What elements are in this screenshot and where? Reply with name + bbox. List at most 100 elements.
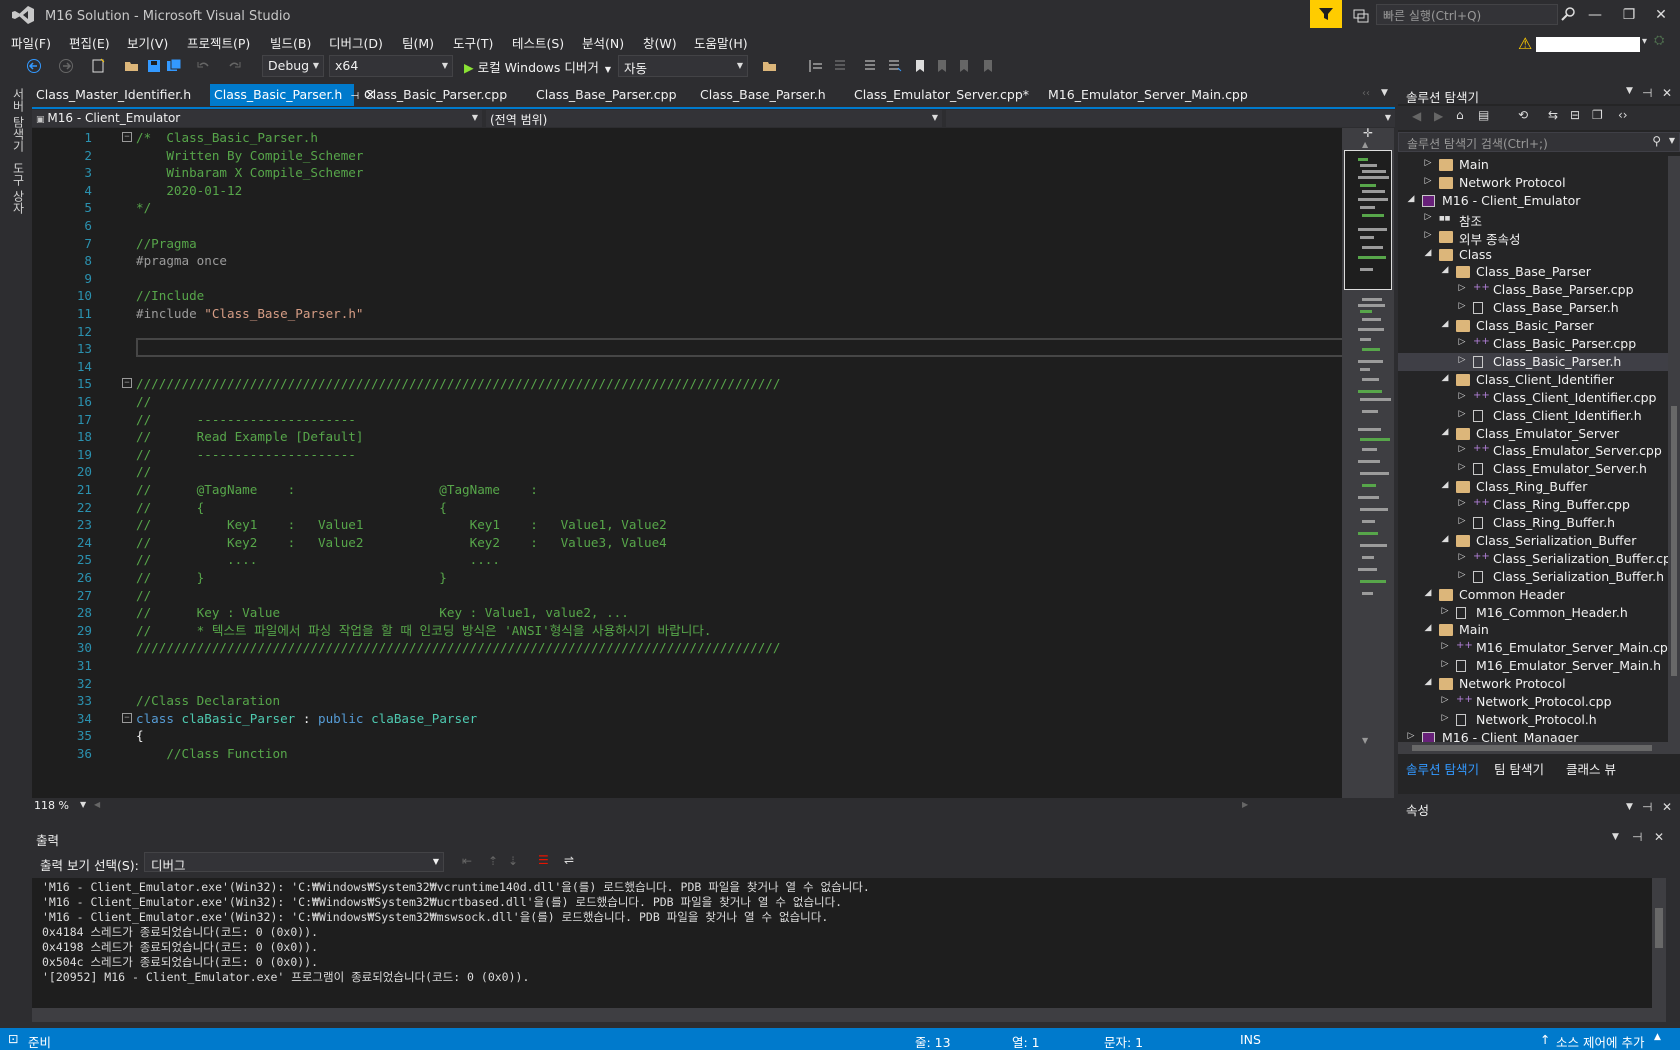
code-line[interactable]: 19 // --------------------- <box>32 445 1342 464</box>
code-line[interactable]: 1 −/* Class_Basic_Parser.h <box>32 128 1342 147</box>
expanded-arrow-icon[interactable]: ◢ <box>1406 194 1416 204</box>
project-select[interactable]: ▣ M16 - Client_Emulator ▼ <box>32 110 482 127</box>
tree-item[interactable]: ▷ Main <box>1398 156 1668 174</box>
tree-item[interactable]: ▷ ++ Network_Protocol.cpp <box>1398 693 1668 711</box>
scroll-left-icon[interactable]: ◀ <box>94 800 100 809</box>
tab-class-master-identifier-h[interactable]: Class_Master_Identifier.h <box>32 84 195 106</box>
code-line[interactable]: 35 { <box>32 726 1342 745</box>
code-line[interactable]: 20 // <box>32 462 1342 481</box>
feedback-icon[interactable] <box>1352 6 1370 24</box>
search-icon[interactable]: ⚲ <box>1652 134 1661 148</box>
menu-test[interactable]: 테스트(S) <box>512 33 564 52</box>
chevron-down-icon[interactable]: ▼ <box>1626 86 1633 96</box>
scope-select[interactable]: (전역 범위) ▼ <box>486 110 942 127</box>
tree-item[interactable]: ◢ Class <box>1398 246 1668 264</box>
collapsed-arrow-icon[interactable]: ▷ <box>1457 498 1467 508</box>
code-line[interactable]: 28 // Key : Value Key : Value1, value2, .… <box>32 603 1342 622</box>
forward-icon[interactable]: ▶ <box>1434 109 1443 123</box>
open-file-icon[interactable] <box>124 58 140 74</box>
menu-file[interactable]: 파일(F) <box>11 33 51 52</box>
properties-icon[interactable]: ‹› <box>1618 108 1628 122</box>
collapsed-arrow-icon[interactable]: ▷ <box>1457 391 1467 401</box>
expanded-arrow-icon[interactable]: ◢ <box>1423 677 1433 687</box>
menu-window[interactable]: 창(W) <box>643 33 677 52</box>
tab-dropdown-icon[interactable]: ▼ <box>1381 88 1388 98</box>
menu-team[interactable]: 팀(M) <box>402 33 434 52</box>
collapsed-arrow-icon[interactable]: ▷ <box>1457 570 1467 580</box>
collapse-icon[interactable]: − <box>122 378 132 389</box>
code-line[interactable]: 29 // * 텍스트 파일에서 파싱 작업을 할 때 인코딩 방식은 'ANSI… <box>32 621 1342 640</box>
back-icon[interactable]: ◀ <box>1412 109 1421 123</box>
collapsed-arrow-icon[interactable]: ▷ <box>1423 230 1433 240</box>
new-project-icon[interactable] <box>90 58 106 74</box>
tree-item[interactable]: ▷ M16 - Client_Manager <box>1398 729 1668 742</box>
sync-icon[interactable]: ⇆ <box>1548 108 1558 122</box>
output-horizontal-scrollbar[interactable] <box>32 1008 1666 1022</box>
code-line[interactable]: 12 <box>32 322 1342 341</box>
tree-item[interactable]: ▷ ++ Class_Serialization_Buffer.cp <box>1398 550 1668 568</box>
tab-class-basic-parser-h[interactable]: Class_Basic_Parser.h ⊣ ✕ <box>210 84 376 106</box>
code-line[interactable]: 31 <box>32 656 1342 675</box>
code-line[interactable]: 30 //////////////////////////////////////… <box>32 638 1342 657</box>
find-in-files-icon[interactable] <box>762 58 778 74</box>
zoom-level[interactable]: 118 % <box>34 799 69 812</box>
live-share-icon[interactable]: ⛭ <box>1654 33 1664 48</box>
scroll-down-icon[interactable]: ▼ <box>1362 736 1368 745</box>
tree-item[interactable]: ▷ Class_Basic_Parser.h <box>1398 352 1668 371</box>
tab-class-view[interactable]: 클래스 뷰 <box>1566 759 1616 778</box>
server-explorer-tab[interactable]: 서버 탐색기 <box>10 88 27 152</box>
code-line[interactable]: 26 // } } <box>32 568 1342 587</box>
tree-item[interactable]: ▷ Class_Ring_Buffer.h <box>1398 514 1668 532</box>
chevron-down-icon[interactable]: ▼ <box>80 800 86 809</box>
code-line[interactable]: 2 Written By Compile_Schemer <box>32 146 1342 165</box>
chevron-up-icon[interactable]: ▲ <box>1654 1032 1661 1042</box>
member-select[interactable]: ▼ <box>946 110 1395 127</box>
tree-vertical-scrollbar[interactable] <box>1668 156 1680 742</box>
tree-item[interactable]: ▷ Network Protocol <box>1398 174 1668 192</box>
collapsed-arrow-icon[interactable]: ▷ <box>1457 444 1467 454</box>
forward-icon[interactable] <box>58 58 74 74</box>
code-line[interactable]: 8 #pragma once <box>32 251 1342 270</box>
tree-item[interactable]: ▷ ++ M16_Emulator_Server_Main.cpp <box>1398 639 1668 657</box>
tree-item[interactable]: ◢ Main <box>1398 621 1668 639</box>
collapsed-arrow-icon[interactable]: ▷ <box>1457 552 1467 562</box>
tab-solution-explorer[interactable]: 솔루션 탐색기 <box>1406 759 1479 778</box>
tree-item[interactable]: ▷ ++ Class_Basic_Parser.cpp <box>1398 335 1668 353</box>
tree-item[interactable]: ▷ Class_Client_Identifier.h <box>1398 407 1668 425</box>
clear-all-icon[interactable]: ☰ <box>538 853 549 867</box>
tab-class-base-parser-h[interactable]: Class_Base_Parser.h <box>696 84 830 106</box>
code-line[interactable]: 36 //Class Function <box>32 744 1342 763</box>
collapsed-arrow-icon[interactable]: ▷ <box>1457 355 1467 365</box>
tree-item[interactable]: ▷ ++ Class_Base_Parser.cpp <box>1398 281 1668 299</box>
code-line[interactable]: 13 <box>32 339 1342 358</box>
close-icon[interactable]: ✕ <box>1662 86 1672 100</box>
expanded-arrow-icon[interactable]: ◢ <box>1423 588 1433 598</box>
bookmark-icon[interactable] <box>912 58 928 74</box>
tree-item[interactable]: ◢ Class_Client_Identifier <box>1398 371 1668 389</box>
configuration-select[interactable]: Debug ▼ <box>262 55 324 77</box>
collapsed-arrow-icon[interactable]: ▷ <box>1423 158 1433 168</box>
search-icon[interactable] <box>1560 6 1576 22</box>
pin-icon[interactable]: ⊣ <box>350 91 359 102</box>
comment-icon[interactable] <box>862 58 878 74</box>
show-all-files-icon[interactable]: ❐ <box>1592 108 1603 122</box>
expanded-arrow-icon[interactable]: ◢ <box>1440 480 1450 490</box>
tree-item[interactable]: ▷ ++ Class_Ring_Buffer.cpp <box>1398 496 1668 514</box>
code-line[interactable]: 6 <box>32 216 1342 235</box>
code-line[interactable]: 17 // --------------------- <box>32 410 1342 429</box>
code-editor[interactable]: 1−/* Class_Basic_Parser.h 2 Written By Co… <box>32 128 1342 798</box>
code-line[interactable]: 32 <box>32 674 1342 693</box>
pin-icon[interactable]: ⊣ <box>1642 86 1652 100</box>
collapsed-arrow-icon[interactable]: ▷ <box>1457 337 1467 347</box>
menu-debug[interactable]: 디버그(D) <box>329 33 383 52</box>
chevron-down-icon[interactable]: ▼ <box>1612 832 1619 842</box>
account-name[interactable] <box>1536 37 1640 52</box>
close-icon[interactable]: ✕ <box>1662 800 1672 814</box>
tree-item[interactable]: ▷ M16_Emulator_Server_Main.h <box>1398 657 1668 675</box>
collapsed-arrow-icon[interactable]: ▷ <box>1457 301 1467 311</box>
menu-help[interactable]: 도움말(H) <box>694 33 748 52</box>
code-line[interactable]: 23 // Key1 : Value1 Key1 : Value1, Value2 <box>32 515 1342 534</box>
tree-item[interactable]: ◢ Network Protocol <box>1398 675 1668 693</box>
tree-item[interactable]: ▷ 외부 종속성 <box>1398 228 1668 247</box>
tab-m16-emulator-server-main-cpp[interactable]: M16_Emulator_Server_Main.cpp <box>1044 84 1252 106</box>
